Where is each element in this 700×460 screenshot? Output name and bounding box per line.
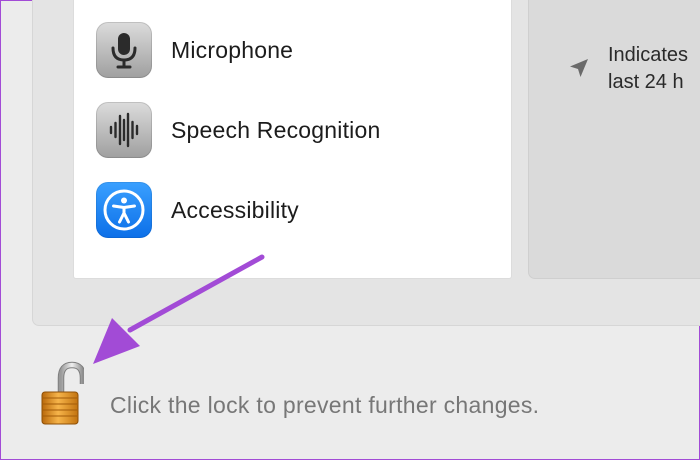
list-item-label: Microphone: [171, 36, 294, 63]
list-item-label: Speech Recognition: [171, 116, 381, 143]
location-info-panel: Indicates last 24 h: [528, 0, 700, 279]
info-line-2: last 24 h: [608, 71, 684, 93]
accessibility-icon: [96, 182, 152, 238]
lock-instruction-text: Click the lock to prevent further change…: [110, 392, 540, 418]
list-item-label: Accessibility: [171, 196, 299, 223]
unlocked-padlock-icon[interactable]: [38, 360, 87, 426]
location-arrow-icon: [570, 59, 588, 77]
list-item-accessibility[interactable]: Accessibility: [96, 182, 299, 238]
list-item-speech-recognition[interactable]: Speech Recognition: [96, 102, 380, 158]
location-info-text: Indicates last 24 h: [608, 42, 688, 96]
waveform-icon: [96, 102, 152, 158]
microphone-icon: [96, 22, 152, 78]
list-item-microphone[interactable]: Microphone: [96, 22, 293, 78]
info-line-1: Indicates: [608, 44, 689, 66]
